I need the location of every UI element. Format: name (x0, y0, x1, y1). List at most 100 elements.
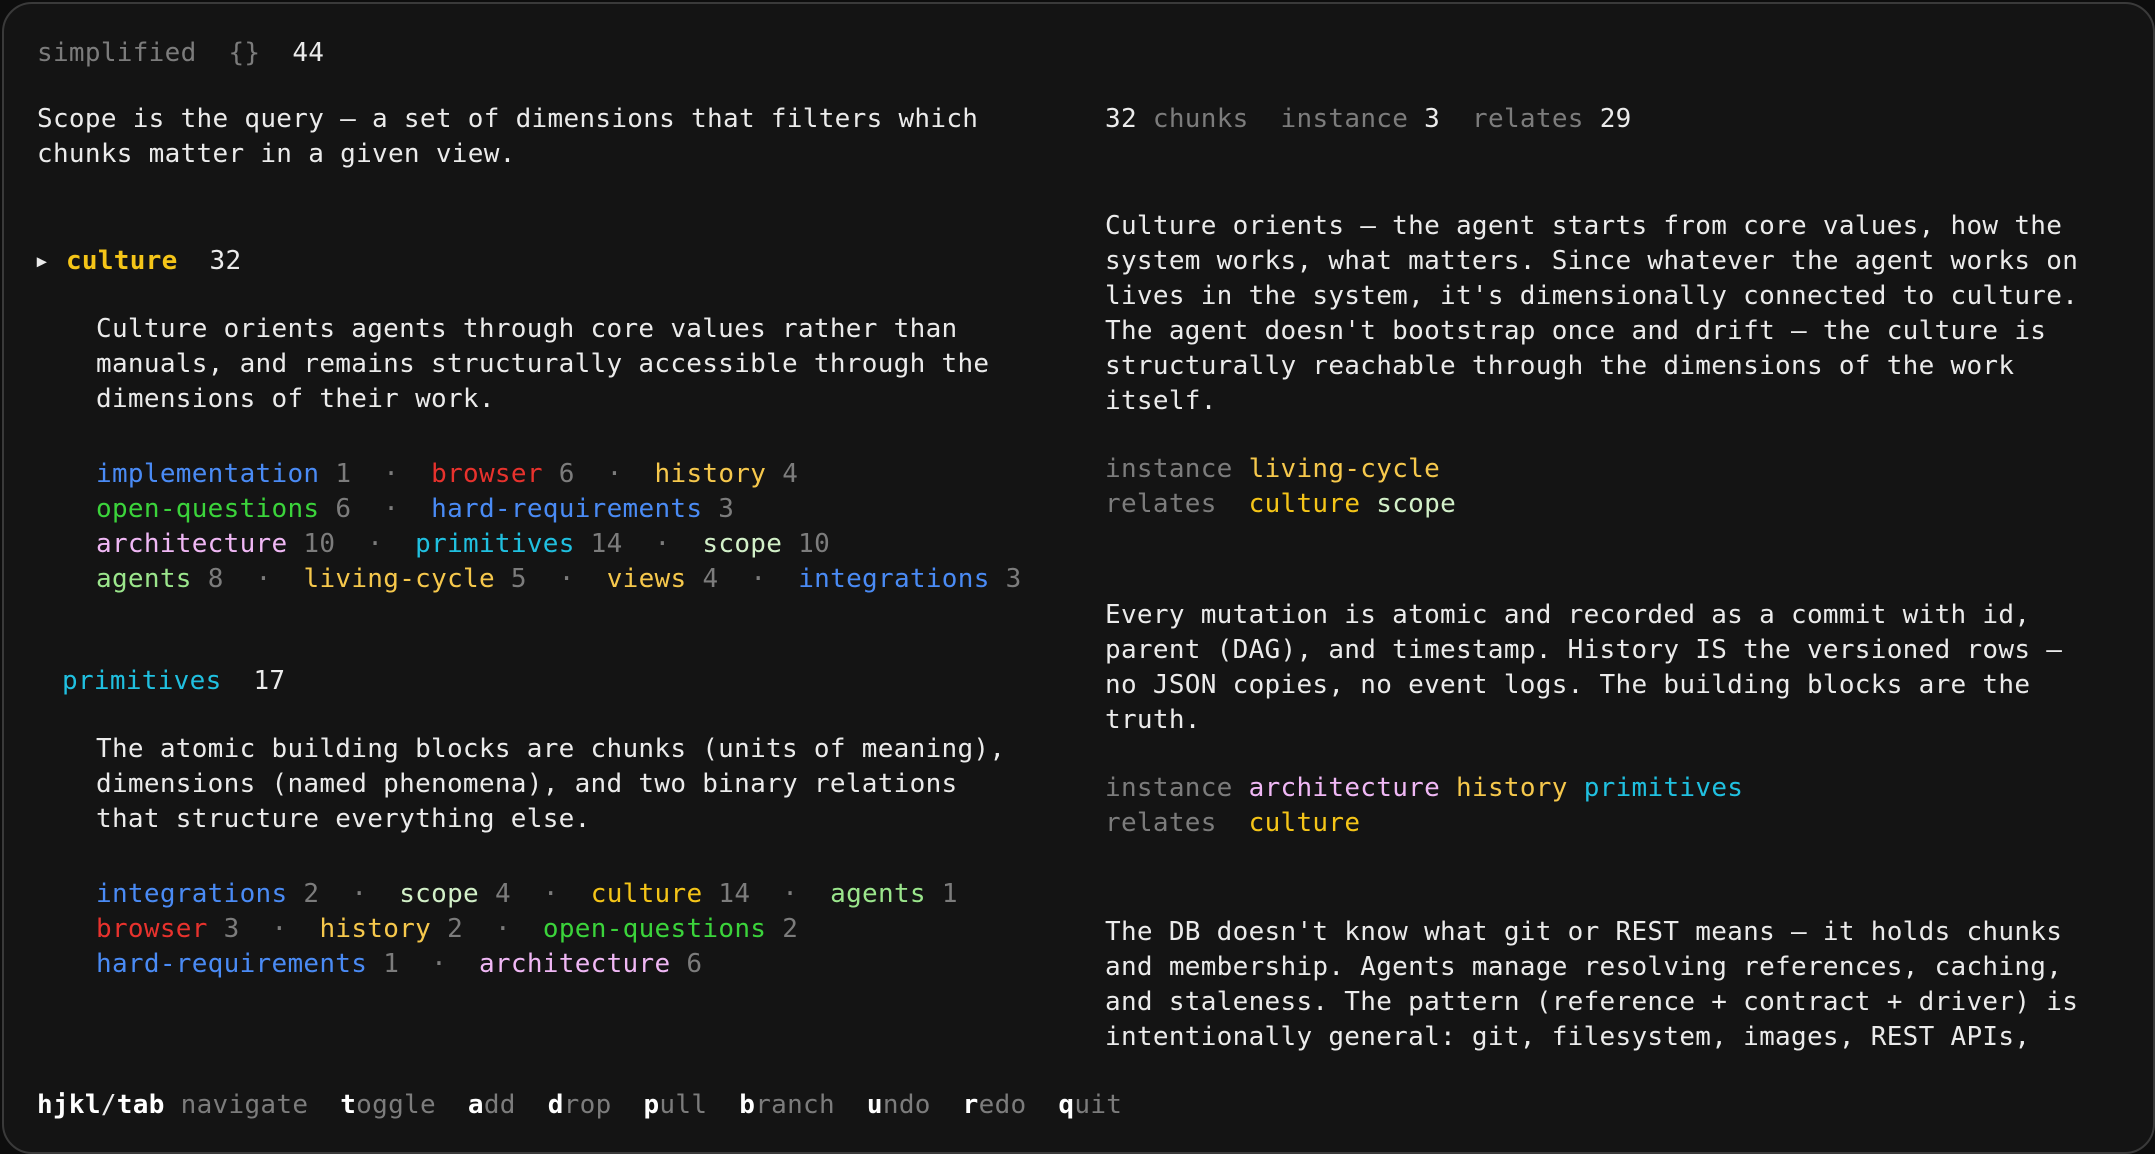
expand-caret-icon: ▸ (34, 246, 50, 276)
intro-text: Scope is the query — a set of dimensions… (37, 104, 979, 134)
hint-r-label: edo (978, 1090, 1027, 1120)
chunk-count: 44 (292, 38, 325, 68)
chunk-text-line: The agent doesn't bootstrap once and dri… (1105, 314, 2046, 349)
chunk-text: and staleness. The pattern (reference + … (1105, 987, 2079, 1017)
separator: · (542, 879, 559, 909)
separator: · (558, 564, 575, 594)
dimension-pill-integrations[interactable]: integrations (96, 879, 287, 909)
group-name[interactable]: culture (66, 246, 178, 276)
key-b[interactable]: b (739, 1090, 755, 1120)
relates-tag-scope[interactable]: scope (1376, 489, 1456, 519)
key-separator: / (100, 1090, 117, 1120)
separator: · (255, 564, 272, 594)
dimension-pill-architecture[interactable]: architecture (479, 949, 670, 979)
chunk-text-line: truth. (1105, 703, 1201, 738)
relates-label: relates (1105, 489, 1217, 519)
key-r[interactable]: r (963, 1090, 979, 1120)
separator: · (383, 459, 400, 489)
chunk-text-line: The DB doesn't know what git or REST mea… (1105, 915, 2062, 950)
chunk-text: truth. (1105, 705, 1201, 735)
dimension-pill-integrations[interactable]: integrations (798, 564, 989, 594)
dimension-count: 2 (782, 914, 799, 944)
dimension-row: hard-requirements 1 · architecture 6 (96, 947, 702, 982)
relates-tag-culture[interactable]: culture (1249, 808, 1361, 838)
key-q[interactable]: q (1058, 1090, 1074, 1120)
key-u[interactable]: u (867, 1090, 883, 1120)
separator: · (782, 879, 799, 909)
braces-icon: {} (228, 38, 261, 68)
dimension-pill-browser[interactable]: browser (96, 914, 208, 944)
separator: · (431, 949, 448, 979)
separator: · (654, 529, 671, 559)
intro-text-line: Scope is the query — a set of dimensions… (37, 102, 978, 137)
dimension-count: 3 (718, 494, 735, 524)
group-description-line: Culture orients agents through core valu… (96, 312, 957, 347)
key-d[interactable]: d (548, 1090, 564, 1120)
key-hjkl[interactable]: hjkl (37, 1090, 101, 1120)
dimension-pill-primitives[interactable]: primitives (415, 529, 575, 559)
dimension-count: 6 (558, 459, 575, 489)
instance-tag-history[interactable]: history (1456, 773, 1568, 803)
dimension-pill-scope[interactable]: scope (702, 529, 782, 559)
dimension-pill-implementation[interactable]: implementation (96, 459, 319, 489)
chunk-text-line: and membership. Agents manage resolving … (1105, 950, 2062, 985)
stat-value: 29 (1599, 104, 1632, 134)
group-header-primitives[interactable]: primitives 17 (62, 664, 285, 699)
dimension-row: architecture 10 · primitives 14 · scope … (96, 527, 830, 562)
instance-tag-architecture[interactable]: architecture (1249, 773, 1440, 803)
group-name[interactable]: primitives (62, 666, 222, 696)
dimension-pill-scope[interactable]: scope (399, 879, 479, 909)
chunk-text: The agent doesn't bootstrap once and dri… (1105, 316, 2047, 346)
dimension-count: 10 (798, 529, 831, 559)
group-header-culture[interactable]: ▸ culture 32 (34, 244, 241, 279)
dimension-pill-hard-requirements[interactable]: hard-requirements (431, 494, 702, 524)
dimension-count: 3 (223, 914, 240, 944)
key-p[interactable]: p (643, 1090, 659, 1120)
instance-tag-living-cycle[interactable]: living-cycle (1249, 454, 1440, 484)
dimension-pill-living-cycle[interactable]: living-cycle (303, 564, 494, 594)
dimension-pill-history[interactable]: history (655, 459, 767, 489)
intro-text: chunks matter in a given view. (37, 139, 516, 169)
dimension-pill-views[interactable]: views (607, 564, 687, 594)
dimension-pill-open-questions[interactable]: open-questions (543, 914, 766, 944)
group-description-line: manuals, and remains structurally access… (96, 347, 989, 382)
dimension-count: 8 (207, 564, 224, 594)
chunk-text-line: Culture orients — the agent starts from … (1105, 209, 2062, 244)
chunk-text-line: no JSON copies, no event logs. The build… (1105, 668, 2030, 703)
relates-label: relates (1105, 808, 1217, 838)
dimension-pill-hard-requirements[interactable]: hard-requirements (96, 949, 367, 979)
stat-label: chunks (1152, 104, 1249, 134)
chunk-text-line: and staleness. The pattern (reference + … (1105, 985, 2078, 1020)
separator: · (271, 914, 288, 944)
dimension-count: 14 (590, 529, 623, 559)
group-description-line: dimensions of their work. (96, 382, 495, 417)
dimension-row: implementation 1 · browser 6 · history 4 (96, 457, 798, 492)
chunk-text: structurally reachable through the dimen… (1105, 351, 2015, 381)
dimension-pill-architecture[interactable]: architecture (96, 529, 287, 559)
stat-label: relates (1472, 104, 1584, 134)
dimension-count: 4 (782, 459, 799, 489)
dimension-row: open-questions 6 · hard-requirements 3 (96, 492, 734, 527)
hint-d-label: rop (563, 1090, 612, 1120)
key-a[interactable]: a (468, 1090, 484, 1120)
group-description: that structure everything else. (96, 804, 591, 834)
instance-tag-primitives[interactable]: primitives (1584, 773, 1744, 803)
dimension-count: 1 (941, 879, 958, 909)
relates-tag-culture[interactable]: culture (1249, 489, 1361, 519)
chunk-text: no JSON copies, no event logs. The build… (1105, 670, 2031, 700)
chunk-instance-row: instance living-cycle (1105, 452, 1440, 487)
dimension-count: 3 (1005, 564, 1022, 594)
dimension-pill-culture[interactable]: culture (591, 879, 703, 909)
dimension-pill-agents[interactable]: agents (830, 879, 926, 909)
dimension-count: 1 (335, 459, 352, 489)
key-tab[interactable]: tab (117, 1090, 165, 1120)
dimension-pill-agents[interactable]: agents (96, 564, 192, 594)
group-description-line: dimensions (named phenomena), and two bi… (96, 767, 957, 802)
intro-text-line: chunks matter in a given view. (37, 137, 516, 172)
dimension-pill-browser[interactable]: browser (431, 459, 543, 489)
dimension-pill-open-questions[interactable]: open-questions (96, 494, 319, 524)
chunk-text: Every mutation is atomic and recorded as… (1105, 600, 2031, 630)
group-description: manuals, and remains structurally access… (96, 349, 990, 379)
dimension-pill-history[interactable]: history (319, 914, 431, 944)
key-t[interactable]: t (340, 1090, 356, 1120)
